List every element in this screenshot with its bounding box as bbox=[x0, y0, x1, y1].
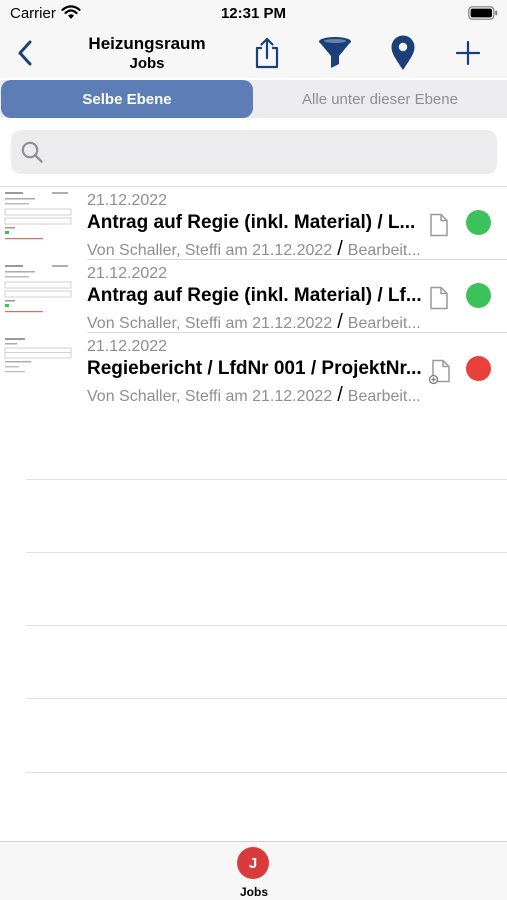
document-icon bbox=[429, 286, 449, 315]
job-author: Von Schaller, Steffi am 21.12.2022 bbox=[87, 388, 333, 405]
job-meta: Von Schaller, Steffi am 21.12.2022/Bearb… bbox=[87, 311, 432, 334]
status-indicator bbox=[466, 210, 491, 235]
job-row[interactable]: 21.12.2022 Regiebericht / LfdNr 001 / Pr… bbox=[0, 333, 507, 406]
share-button[interactable] bbox=[249, 34, 285, 72]
job-row[interactable]: 21.12.2022 Antrag auf Regie (inkl. Mater… bbox=[0, 260, 507, 333]
document-thumbnail bbox=[2, 335, 74, 393]
job-author: Von Schaller, Steffi am 21.12.2022 bbox=[87, 315, 333, 332]
clock: 12:31 PM bbox=[220, 5, 287, 22]
meta-separator: / bbox=[337, 384, 343, 406]
add-button[interactable] bbox=[450, 34, 486, 72]
page-title: Heizungsraum bbox=[88, 34, 206, 53]
navigation-bar: Heizungsraum Jobs bbox=[0, 28, 507, 78]
segment-same-level[interactable]: Selbe Ebene bbox=[1, 80, 253, 118]
job-title: Regiebericht / LfdNr 001 / ProjektNr... bbox=[87, 358, 422, 379]
document-add-icon bbox=[428, 359, 451, 390]
job-row[interactable]: 21.12.2022 Antrag auf Regie (inkl. Mater… bbox=[0, 187, 507, 260]
search-bar bbox=[0, 118, 507, 186]
status-bar: Carrier 12:31 PM bbox=[0, 0, 507, 28]
job-meta: Von Schaller, Steffi am 21.12.2022/Bearb… bbox=[87, 384, 432, 407]
filter-icon bbox=[319, 37, 351, 68]
document-thumbnail bbox=[2, 189, 74, 247]
status-indicator bbox=[466, 356, 491, 381]
job-status-text: Bearbeit... bbox=[347, 315, 421, 332]
document-thumbnail bbox=[2, 262, 74, 320]
meta-separator: / bbox=[337, 311, 343, 333]
back-button[interactable] bbox=[12, 38, 38, 68]
tab-jobs[interactable]: J Jobs bbox=[224, 847, 284, 899]
job-status-text: Bearbeit... bbox=[347, 242, 421, 259]
jobs-tab-icon: J bbox=[237, 847, 269, 879]
share-icon bbox=[255, 37, 279, 69]
filter-button[interactable] bbox=[317, 34, 353, 72]
job-title: Antrag auf Regie (inkl. Material) / L... bbox=[87, 212, 416, 233]
job-author: Von Schaller, Steffi am 21.12.2022 bbox=[87, 242, 333, 259]
meta-separator: / bbox=[337, 238, 343, 260]
empty-row-divider bbox=[26, 552, 507, 553]
job-meta: Von Schaller, Steffi am 21.12.2022/Bearb… bbox=[87, 238, 432, 261]
scope-segmented-control: Selbe Ebene Alle unter dieser Ebene bbox=[0, 80, 507, 118]
search-input[interactable] bbox=[11, 130, 497, 174]
tab-label: Jobs bbox=[239, 885, 268, 899]
empty-row-divider bbox=[26, 625, 507, 626]
job-date: 21.12.2022 bbox=[87, 338, 168, 355]
empty-row-divider bbox=[26, 772, 507, 773]
job-title: Antrag auf Regie (inkl. Material) / Lf..… bbox=[87, 285, 422, 306]
empty-row-divider bbox=[26, 479, 507, 480]
job-date: 21.12.2022 bbox=[87, 265, 168, 282]
job-date: 21.12.2022 bbox=[87, 192, 168, 209]
location-button[interactable] bbox=[385, 34, 421, 72]
back-chevron-icon bbox=[18, 40, 32, 66]
page-subtitle: Jobs bbox=[129, 55, 165, 72]
document-icon bbox=[429, 213, 449, 242]
job-status-text: Bearbeit... bbox=[347, 388, 421, 405]
segment-all-below-level[interactable]: Alle unter dieser Ebene bbox=[253, 80, 507, 118]
empty-row-divider bbox=[26, 698, 507, 699]
status-indicator bbox=[466, 283, 491, 308]
search-icon bbox=[20, 140, 44, 169]
battery-icon bbox=[468, 6, 498, 25]
tab-bar: J Jobs bbox=[0, 841, 507, 900]
add-icon bbox=[456, 41, 480, 65]
location-pin-icon bbox=[391, 35, 415, 70]
